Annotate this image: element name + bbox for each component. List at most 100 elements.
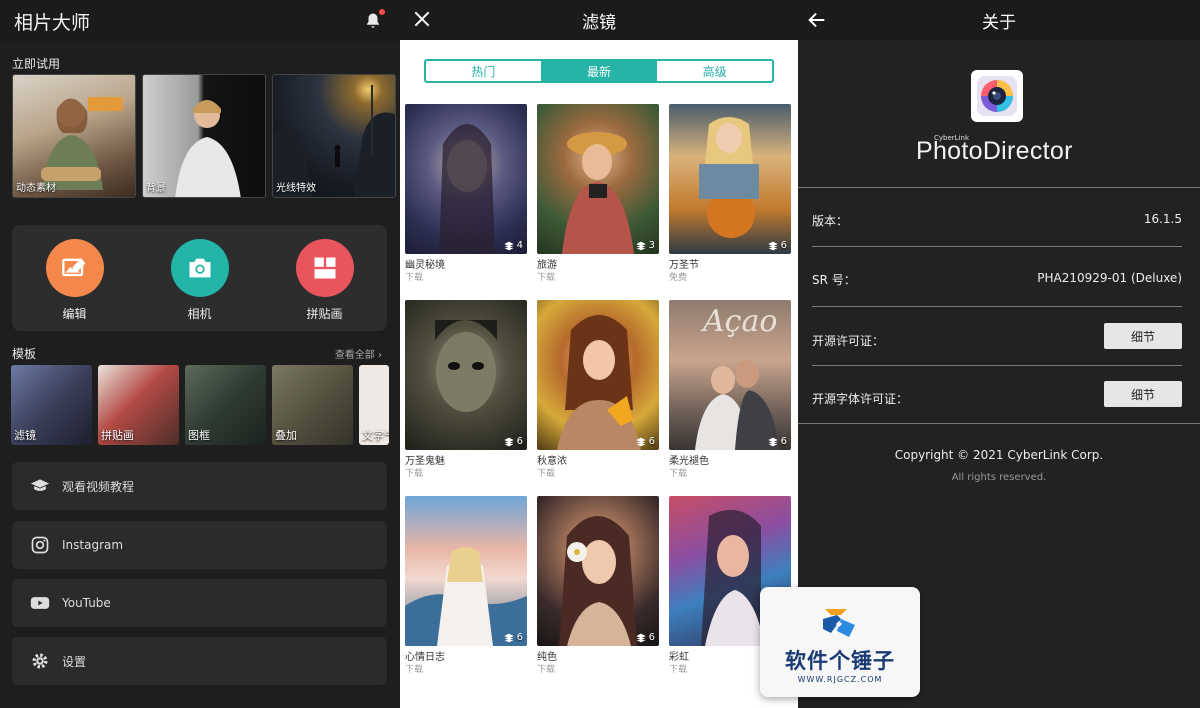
menu-label: Instagram bbox=[62, 538, 124, 552]
divider bbox=[798, 187, 1200, 188]
tab-premium[interactable]: 高级 bbox=[656, 61, 772, 81]
site-watermark: 软件个锤子 WWW.RJGCZ.COM bbox=[760, 587, 920, 697]
notification-bell-icon[interactable] bbox=[364, 9, 385, 31]
templates-title: 模板 bbox=[12, 347, 37, 361]
filter-status: 下载 bbox=[669, 469, 688, 479]
filter-item[interactable]: 6 秋意浓 下载 bbox=[537, 300, 659, 496]
tool-label: 相机 bbox=[187, 306, 212, 321]
tool-camera[interactable]: 相机 bbox=[170, 238, 229, 322]
layers-icon bbox=[767, 437, 778, 446]
filter-count-value: 4 bbox=[516, 240, 523, 251]
filter-count-value: 6 bbox=[516, 436, 523, 447]
divider bbox=[798, 423, 1200, 424]
filter-name: 柔光褪色 bbox=[669, 456, 709, 467]
copyright-text: Copyright © 2021 CyberLink Corp. bbox=[894, 448, 1104, 462]
filter-name: 秋意浓 bbox=[537, 456, 567, 467]
autumn-woman-photo bbox=[557, 315, 641, 450]
filter-count: 6 bbox=[503, 632, 523, 643]
menu-video-tutorials[interactable]: 观看视频教程 bbox=[12, 462, 387, 510]
divider bbox=[812, 246, 1182, 247]
menu-youtube[interactable]: YouTube bbox=[12, 579, 387, 627]
filters-title: 滤镜 bbox=[582, 12, 616, 33]
try-card-light-effects[interactable]: 光线特效 bbox=[272, 74, 396, 198]
about-header: 关于 bbox=[798, 0, 1200, 40]
filter-item[interactable]: 3 旅游 下载 bbox=[537, 104, 659, 300]
template-text-bubble[interactable]: 文字气泡 bbox=[359, 365, 389, 445]
layers-icon bbox=[767, 241, 778, 250]
license-details-button[interactable]: 细节 bbox=[1104, 323, 1182, 349]
font-license-label: 开源字体许可证： bbox=[812, 392, 909, 406]
mood-diary-photo bbox=[405, 547, 527, 646]
filter-name: 幽灵秘境 bbox=[405, 260, 445, 271]
filter-name: 心情日志 bbox=[405, 652, 445, 663]
font-license-details-button[interactable]: 细节 bbox=[1104, 381, 1182, 407]
filter-item[interactable]: 6 心情日志 下载 bbox=[405, 496, 527, 692]
template-label: 文字气泡 bbox=[362, 429, 389, 442]
tool-edit[interactable]: 编辑 bbox=[45, 238, 104, 322]
filter-thumbnail: Açao 6 bbox=[669, 300, 791, 450]
filters-header: 滤镜 bbox=[400, 0, 798, 40]
main-tools: 编辑 相机 拼贴画 bbox=[12, 225, 387, 331]
ghoul-face-photo bbox=[435, 320, 497, 412]
gear-icon bbox=[32, 653, 48, 669]
rights-text: All rights reserved. bbox=[951, 472, 1047, 483]
home-header: 相片大师 bbox=[0, 0, 400, 42]
filter-count: 6 bbox=[635, 436, 655, 447]
filter-item[interactable]: Açao 6 柔光褪色 下载 bbox=[669, 300, 791, 496]
try-card-label: 动态素材 bbox=[16, 183, 56, 194]
filters-screen: 滤镜 热门 最新 高级 4 幽灵秘境 下载 3 旅游 下载 6 万圣节 免费 6… bbox=[400, 0, 798, 708]
filter-count-value: 3 bbox=[648, 240, 655, 251]
try-card-dynamic-stickers[interactable]: 动态素材 bbox=[12, 74, 136, 198]
filter-item[interactable]: 6 万圣鬼魅 下载 bbox=[405, 300, 527, 496]
filter-count: 3 bbox=[635, 240, 655, 251]
tool-collage[interactable]: 拼贴画 bbox=[295, 238, 354, 322]
filter-item[interactable]: 4 幽灵秘境 下载 bbox=[405, 104, 527, 300]
try-now-label: 立即试用 bbox=[12, 57, 61, 71]
flower-woman-photo bbox=[559, 516, 637, 646]
edit-circle bbox=[45, 238, 104, 297]
menu-settings[interactable]: 设置 bbox=[12, 637, 387, 685]
view-all-link[interactable]: 查看全部 › bbox=[335, 346, 382, 361]
filter-name: 旅游 bbox=[537, 260, 557, 271]
filter-count-value: 6 bbox=[648, 632, 655, 643]
filter-thumbnail: 4 bbox=[405, 104, 527, 254]
tool-label: 编辑 bbox=[62, 306, 87, 321]
filter-count: 6 bbox=[635, 632, 655, 643]
menu-label: YouTube bbox=[62, 596, 111, 610]
tab-latest[interactable]: 最新 bbox=[540, 61, 657, 81]
template-overlay[interactable]: 叠加 bbox=[272, 365, 353, 445]
try-card-background[interactable]: 背景 bbox=[142, 74, 266, 198]
collage-circle bbox=[295, 238, 354, 297]
filter-count-value: 6 bbox=[780, 436, 787, 447]
ghost-woman-photo bbox=[439, 124, 495, 254]
filter-count-value: 6 bbox=[780, 240, 787, 251]
filter-status: 下载 bbox=[405, 665, 424, 675]
brand-name: PhotoDirector bbox=[916, 137, 1073, 165]
filter-thumbnail: 3 bbox=[537, 104, 659, 254]
template-frames[interactable]: 图框 bbox=[185, 365, 266, 445]
filter-count: 6 bbox=[767, 240, 787, 251]
open-source-license-label: 开源许可证： bbox=[812, 334, 885, 348]
filter-item[interactable]: 6 万圣节 免费 bbox=[669, 104, 791, 300]
couple-photo bbox=[695, 360, 779, 450]
filter-thumbnail: 6 bbox=[405, 496, 527, 646]
filter-status: 免费 bbox=[669, 273, 688, 283]
try-card-label: 背景 bbox=[146, 183, 166, 194]
collage-icon bbox=[314, 257, 335, 278]
tab-hot[interactable]: 热门 bbox=[426, 61, 541, 81]
template-label: 叠加 bbox=[275, 429, 297, 442]
sr-label: SR 号： bbox=[812, 273, 856, 287]
back-arrow-icon[interactable] bbox=[806, 9, 828, 31]
filter-item[interactable]: 6 纯色 下载 bbox=[537, 496, 659, 692]
template-collage[interactable]: 拼贴画 bbox=[98, 365, 179, 445]
close-icon[interactable] bbox=[412, 9, 432, 29]
view-all-label: 查看全部 bbox=[334, 350, 375, 361]
menu-instagram[interactable]: Instagram bbox=[12, 521, 387, 569]
template-filters[interactable]: 滤镜 bbox=[11, 365, 92, 445]
layers-icon bbox=[635, 437, 646, 446]
tool-label: 拼贴画 bbox=[306, 306, 343, 321]
sr-value: PHA210929-01 (Deluxe) bbox=[1037, 271, 1182, 285]
image-edit-icon bbox=[61, 258, 85, 276]
notification-dot bbox=[379, 9, 385, 15]
templates-header: 模板 查看全部 › bbox=[12, 345, 382, 362]
